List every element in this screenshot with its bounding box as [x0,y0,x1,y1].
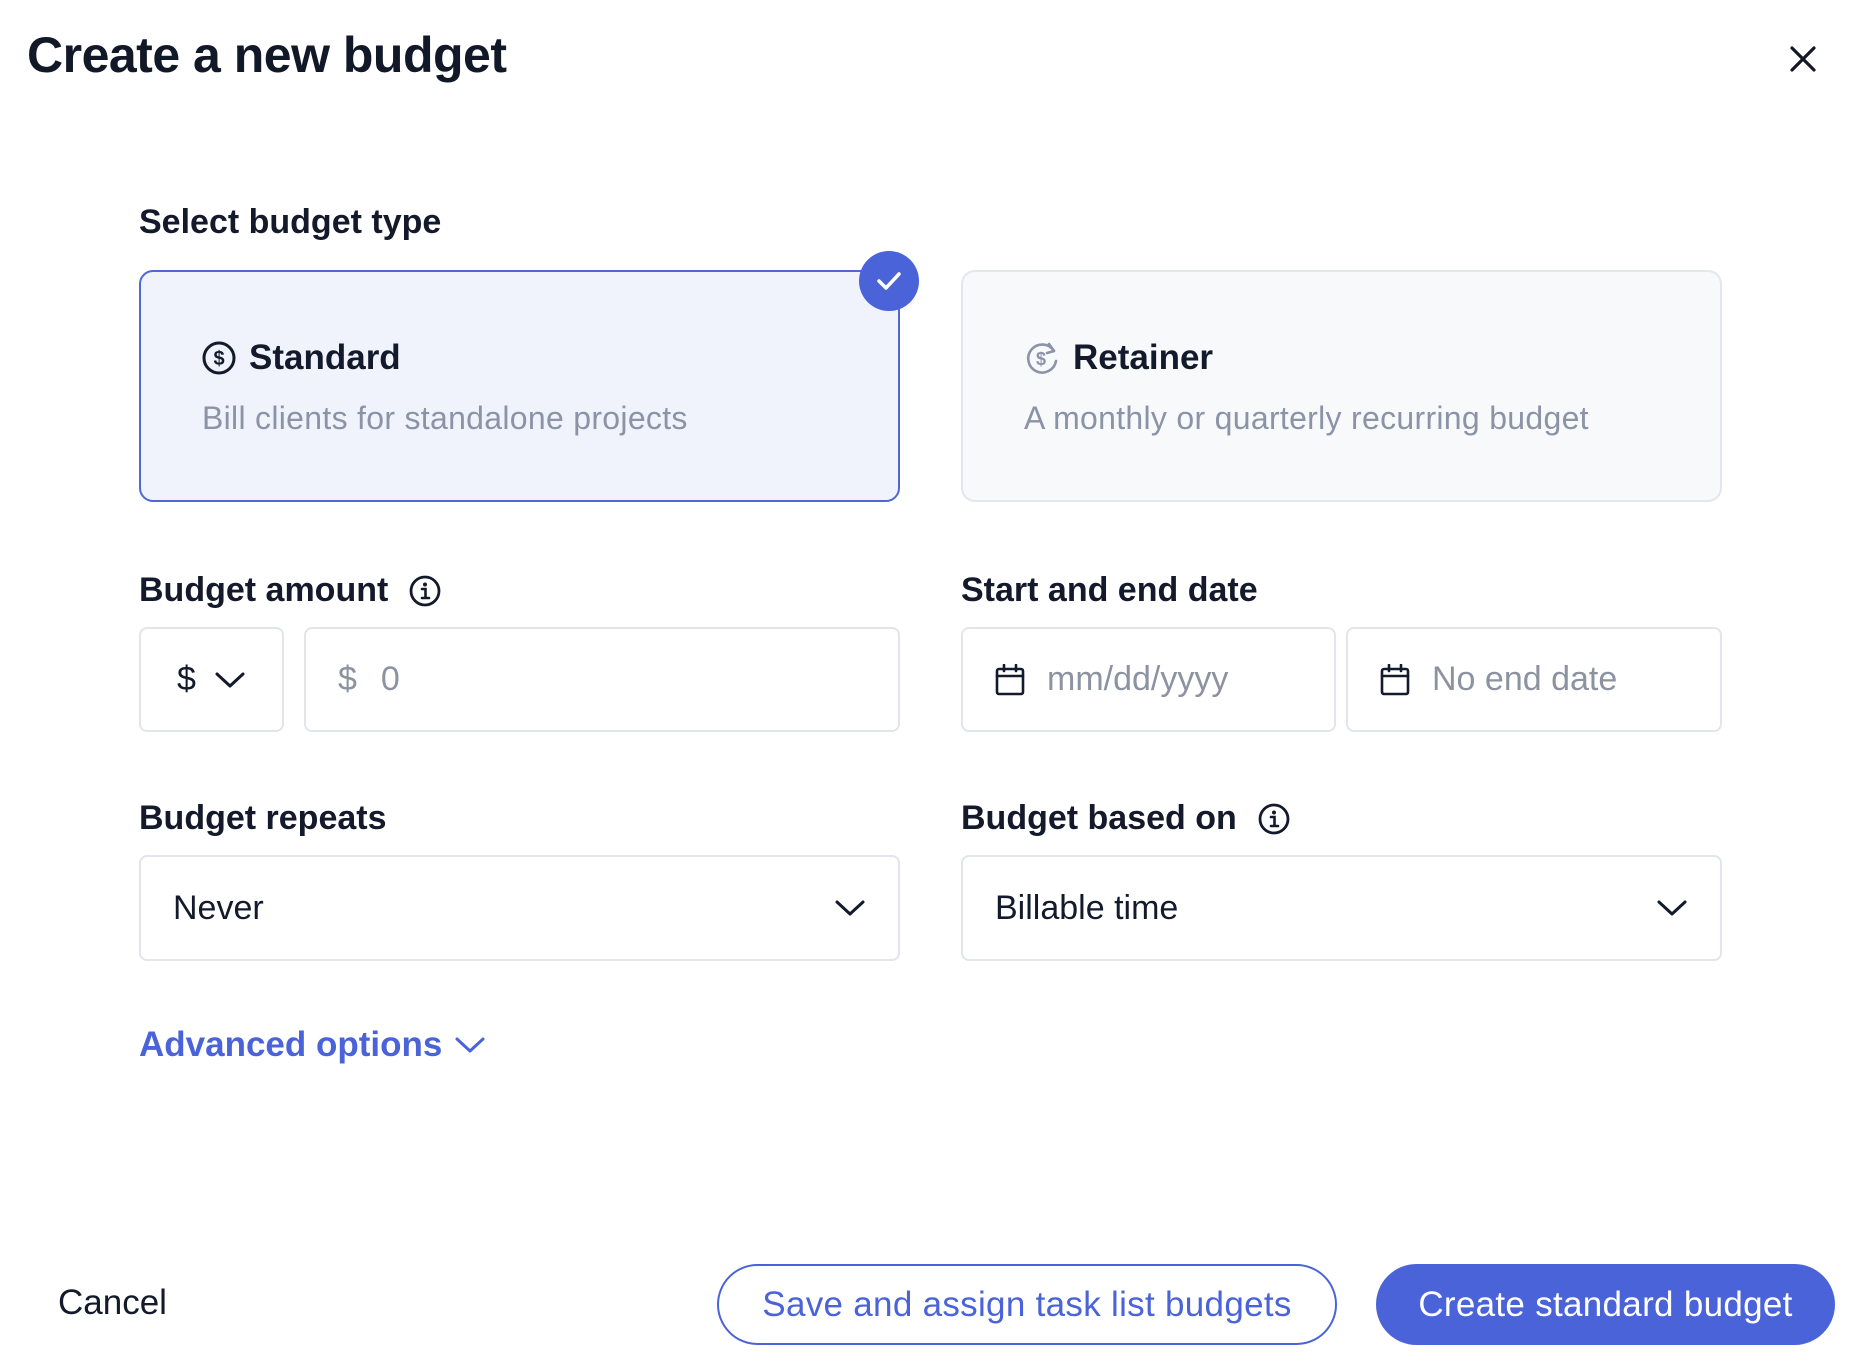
budget-type-retainer-card[interactable]: $ Retainer A monthly or quarterly recurr… [961,270,1722,502]
selected-badge [859,251,919,311]
start-date-input[interactable]: mm/dd/yyyy [961,627,1336,732]
budget-type-standard-card[interactable]: $ Standard Bill clients for standalone p… [139,270,900,502]
dialog-title: Create a new budget [27,27,507,83]
repeats-label: Budget repeats [139,799,387,837]
recurring-dollar-icon: $ [1026,342,1058,374]
save-assign-button[interactable]: Save and assign task list budgets [717,1264,1337,1345]
repeats-select[interactable]: Never [139,855,900,961]
standard-card-description: Bill clients for standalone projects [202,400,688,436]
budget-amount-label-row: Budget amount [139,571,442,610]
amount-placeholder: 0 [380,660,400,698]
checkmark-icon [877,272,901,290]
svg-text:$: $ [213,348,224,370]
standard-card-title-row: $ Standard [201,338,401,378]
standard-card-title: Standard [249,338,401,377]
cancel-button[interactable]: Cancel [58,1283,167,1323]
retainer-card-title: Retainer [1073,338,1214,377]
chevron-down-icon [455,1037,485,1053]
retainer-card-title-row: $ Retainer [1023,338,1213,378]
amount-input[interactable]: $ 0 [304,627,900,732]
chevron-down-icon [215,672,245,687]
end-date-placeholder: No end date [1432,660,1618,698]
chevron-down-icon [835,900,865,916]
amount-prefix: $ [338,660,357,698]
calendar-icon [1380,663,1410,695]
budget-amount-label: Budget amount [139,571,389,609]
info-icon[interactable] [1257,802,1291,836]
repeats-value: Never [173,888,264,927]
close-icon [1790,46,1816,72]
svg-text:$: $ [1036,349,1046,369]
currency-value: $ [177,660,196,698]
retainer-card-description: A monthly or quarterly recurring budget [1024,400,1589,436]
end-date-input[interactable]: No end date [1346,627,1722,732]
budget-type-label: Select budget type [139,203,442,241]
based-on-label: Budget based on [961,799,1237,837]
create-budget-button[interactable]: Create standard budget [1376,1264,1835,1345]
calendar-icon [995,663,1025,695]
currency-select[interactable]: $ [139,627,284,732]
close-button[interactable] [1782,38,1824,80]
advanced-options-toggle[interactable]: Advanced options [139,1025,486,1065]
based-on-label-row: Budget based on [961,799,1291,838]
dates-label: Start and end date [961,571,1258,609]
chevron-down-icon [1657,900,1687,916]
based-on-select[interactable]: Billable time [961,855,1722,961]
info-icon[interactable] [408,574,442,608]
advanced-options-label: Advanced options [139,1025,443,1064]
based-on-value: Billable time [995,888,1179,927]
dollar-circle-icon: $ [202,341,236,375]
start-date-placeholder: mm/dd/yyyy [1047,660,1229,698]
